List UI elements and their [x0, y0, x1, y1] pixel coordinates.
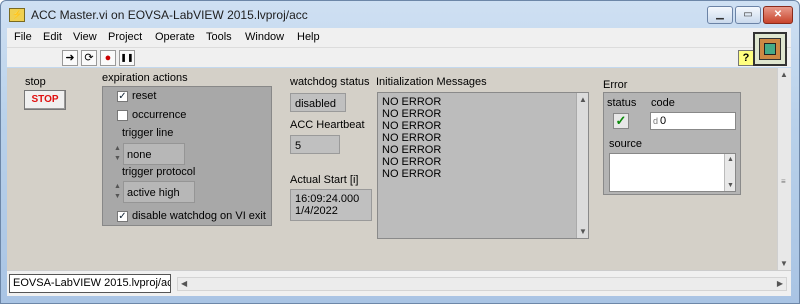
- window-title: ACC Master.vi on EOVSA-LabVIEW 2015.lvpr…: [31, 8, 308, 22]
- trigger-protocol-ring[interactable]: ▲ ▼ active high: [114, 181, 195, 203]
- trigger-line-value: none: [127, 149, 152, 161]
- scroll-down-icon[interactable]: ▼: [727, 182, 734, 189]
- project-context-box[interactable]: EOVSA-LabVIEW 2015.lvproj/acc: [9, 274, 171, 293]
- actual-start-date: 1/4/2022: [295, 205, 338, 217]
- error-source-scrollbar[interactable]: ▲ ▼: [724, 154, 735, 191]
- minimize-button[interactable]: ▁: [707, 6, 733, 24]
- menu-tools[interactable]: Tools: [206, 31, 232, 43]
- reset-label: reset: [132, 90, 157, 102]
- disable-watchdog-checkbox[interactable]: ✓: [117, 211, 128, 222]
- trigger-line-ring[interactable]: ▲ ▼ none: [114, 143, 185, 165]
- scroll-down-icon[interactable]: ▼: [579, 227, 587, 236]
- menu-operate[interactable]: Operate: [155, 31, 195, 43]
- menu-project[interactable]: Project: [108, 31, 142, 43]
- acc-heartbeat-indicator: 5: [290, 135, 340, 154]
- occurrence-checkbox[interactable]: [117, 110, 128, 121]
- error-source-label: source: [609, 138, 643, 150]
- init-messages-listbox[interactable]: NO ERROR NO ERROR NO ERROR NO ERROR NO E…: [377, 92, 589, 239]
- watchdog-status-indicator: disabled: [290, 93, 346, 112]
- error-label: Error: [603, 79, 628, 91]
- init-message-line: NO ERROR: [382, 108, 442, 120]
- title-bar[interactable]: ⚡ ACC Master.vi on EOVSA-LabVIEW 2015.lv…: [1, 1, 799, 29]
- init-message-line: NO ERROR: [382, 132, 442, 144]
- error-code-field[interactable]: d0: [650, 112, 736, 130]
- error-code-value: 0: [660, 115, 667, 127]
- acc-heartbeat-label: ACC Heartbeat: [290, 119, 365, 131]
- horizontal-scrollbar[interactable]: ◀ ▶: [177, 277, 787, 291]
- actual-start-label: Actual Start [i]: [290, 174, 359, 186]
- run-continuously-icon[interactable]: ⟳: [81, 50, 97, 66]
- scroll-up-icon[interactable]: ▲: [579, 95, 587, 104]
- init-message-line: NO ERROR: [382, 96, 442, 108]
- error-source-field[interactable]: ▲ ▼: [609, 153, 736, 192]
- menu-bar: File Edit View Project Operate Tools Win…: [7, 28, 791, 47]
- context-help-icon[interactable]: ?: [738, 50, 754, 66]
- vertical-scrollbar[interactable]: ▲ ≡ ▼: [777, 68, 791, 270]
- error-status-label: status: [607, 97, 637, 109]
- radix-indicator[interactable]: d: [651, 116, 660, 126]
- scroll-left-icon[interactable]: ◀: [181, 279, 187, 288]
- vi-icon: [753, 32, 787, 66]
- stop-label: stop: [25, 76, 46, 88]
- scroll-up-icon[interactable]: ▲: [780, 70, 788, 79]
- menu-edit[interactable]: Edit: [43, 31, 62, 43]
- init-message-line: NO ERROR: [382, 144, 442, 156]
- init-message-line: NO ERROR: [382, 168, 442, 180]
- run-icon[interactable]: ➜: [62, 50, 78, 66]
- maximize-button[interactable]: ▭: [735, 6, 761, 24]
- scroll-up-icon[interactable]: ▲: [727, 156, 734, 163]
- menu-help[interactable]: Help: [297, 31, 320, 43]
- scroll-right-icon[interactable]: ▶: [777, 279, 783, 288]
- trigger-line-label: trigger line: [122, 127, 174, 139]
- init-message-line: NO ERROR: [382, 156, 442, 168]
- init-messages-scrollbar[interactable]: ▲ ▼: [576, 93, 588, 238]
- abort-icon[interactable]: ●: [100, 50, 116, 66]
- error-status-check-icon: ✓: [613, 113, 629, 129]
- labview-app-icon: ⚡: [9, 8, 25, 22]
- trigger-protocol-label: trigger protocol: [122, 166, 196, 178]
- menu-file[interactable]: File: [14, 31, 32, 43]
- menu-view[interactable]: View: [73, 31, 97, 43]
- watchdog-status-label: watchdog status: [290, 76, 370, 88]
- expiration-actions-label: expiration actions: [102, 72, 188, 84]
- menu-window[interactable]: Window: [245, 31, 284, 43]
- stop-button[interactable]: STOP: [24, 90, 66, 110]
- occurrence-label: occurrence: [132, 109, 187, 121]
- close-button[interactable]: ✕: [763, 6, 793, 24]
- error-code-label: code: [651, 97, 675, 109]
- disable-watchdog-label: disable watchdog on VI exit: [132, 210, 266, 222]
- trigger-protocol-value: active high: [127, 187, 180, 199]
- actual-start-time: 16:09:24.000: [295, 193, 360, 205]
- pause-icon[interactable]: ❚❚: [119, 50, 135, 66]
- init-message-line: NO ERROR: [382, 120, 442, 132]
- actual-start-indicator: 16:09:24.000 1/4/2022: [290, 189, 372, 221]
- scroll-down-icon[interactable]: ▼: [780, 259, 788, 268]
- scroll-grip-icon[interactable]: ≡: [781, 178, 786, 186]
- trigger-line-spinner-icon[interactable]: ▲ ▼: [112, 144, 123, 166]
- status-bar: EOVSA-LabVIEW 2015.lvproj/acc ◀ ▶: [7, 270, 791, 296]
- toolbar: ➜ ⟳ ● ❚❚ ?: [7, 47, 791, 67]
- vi-icon-graphic-inner: [764, 43, 776, 55]
- init-messages-label: Initialization Messages: [376, 76, 487, 88]
- trigger-protocol-spinner-icon[interactable]: ▲ ▼: [112, 182, 123, 204]
- reset-checkbox[interactable]: ✓: [117, 91, 128, 102]
